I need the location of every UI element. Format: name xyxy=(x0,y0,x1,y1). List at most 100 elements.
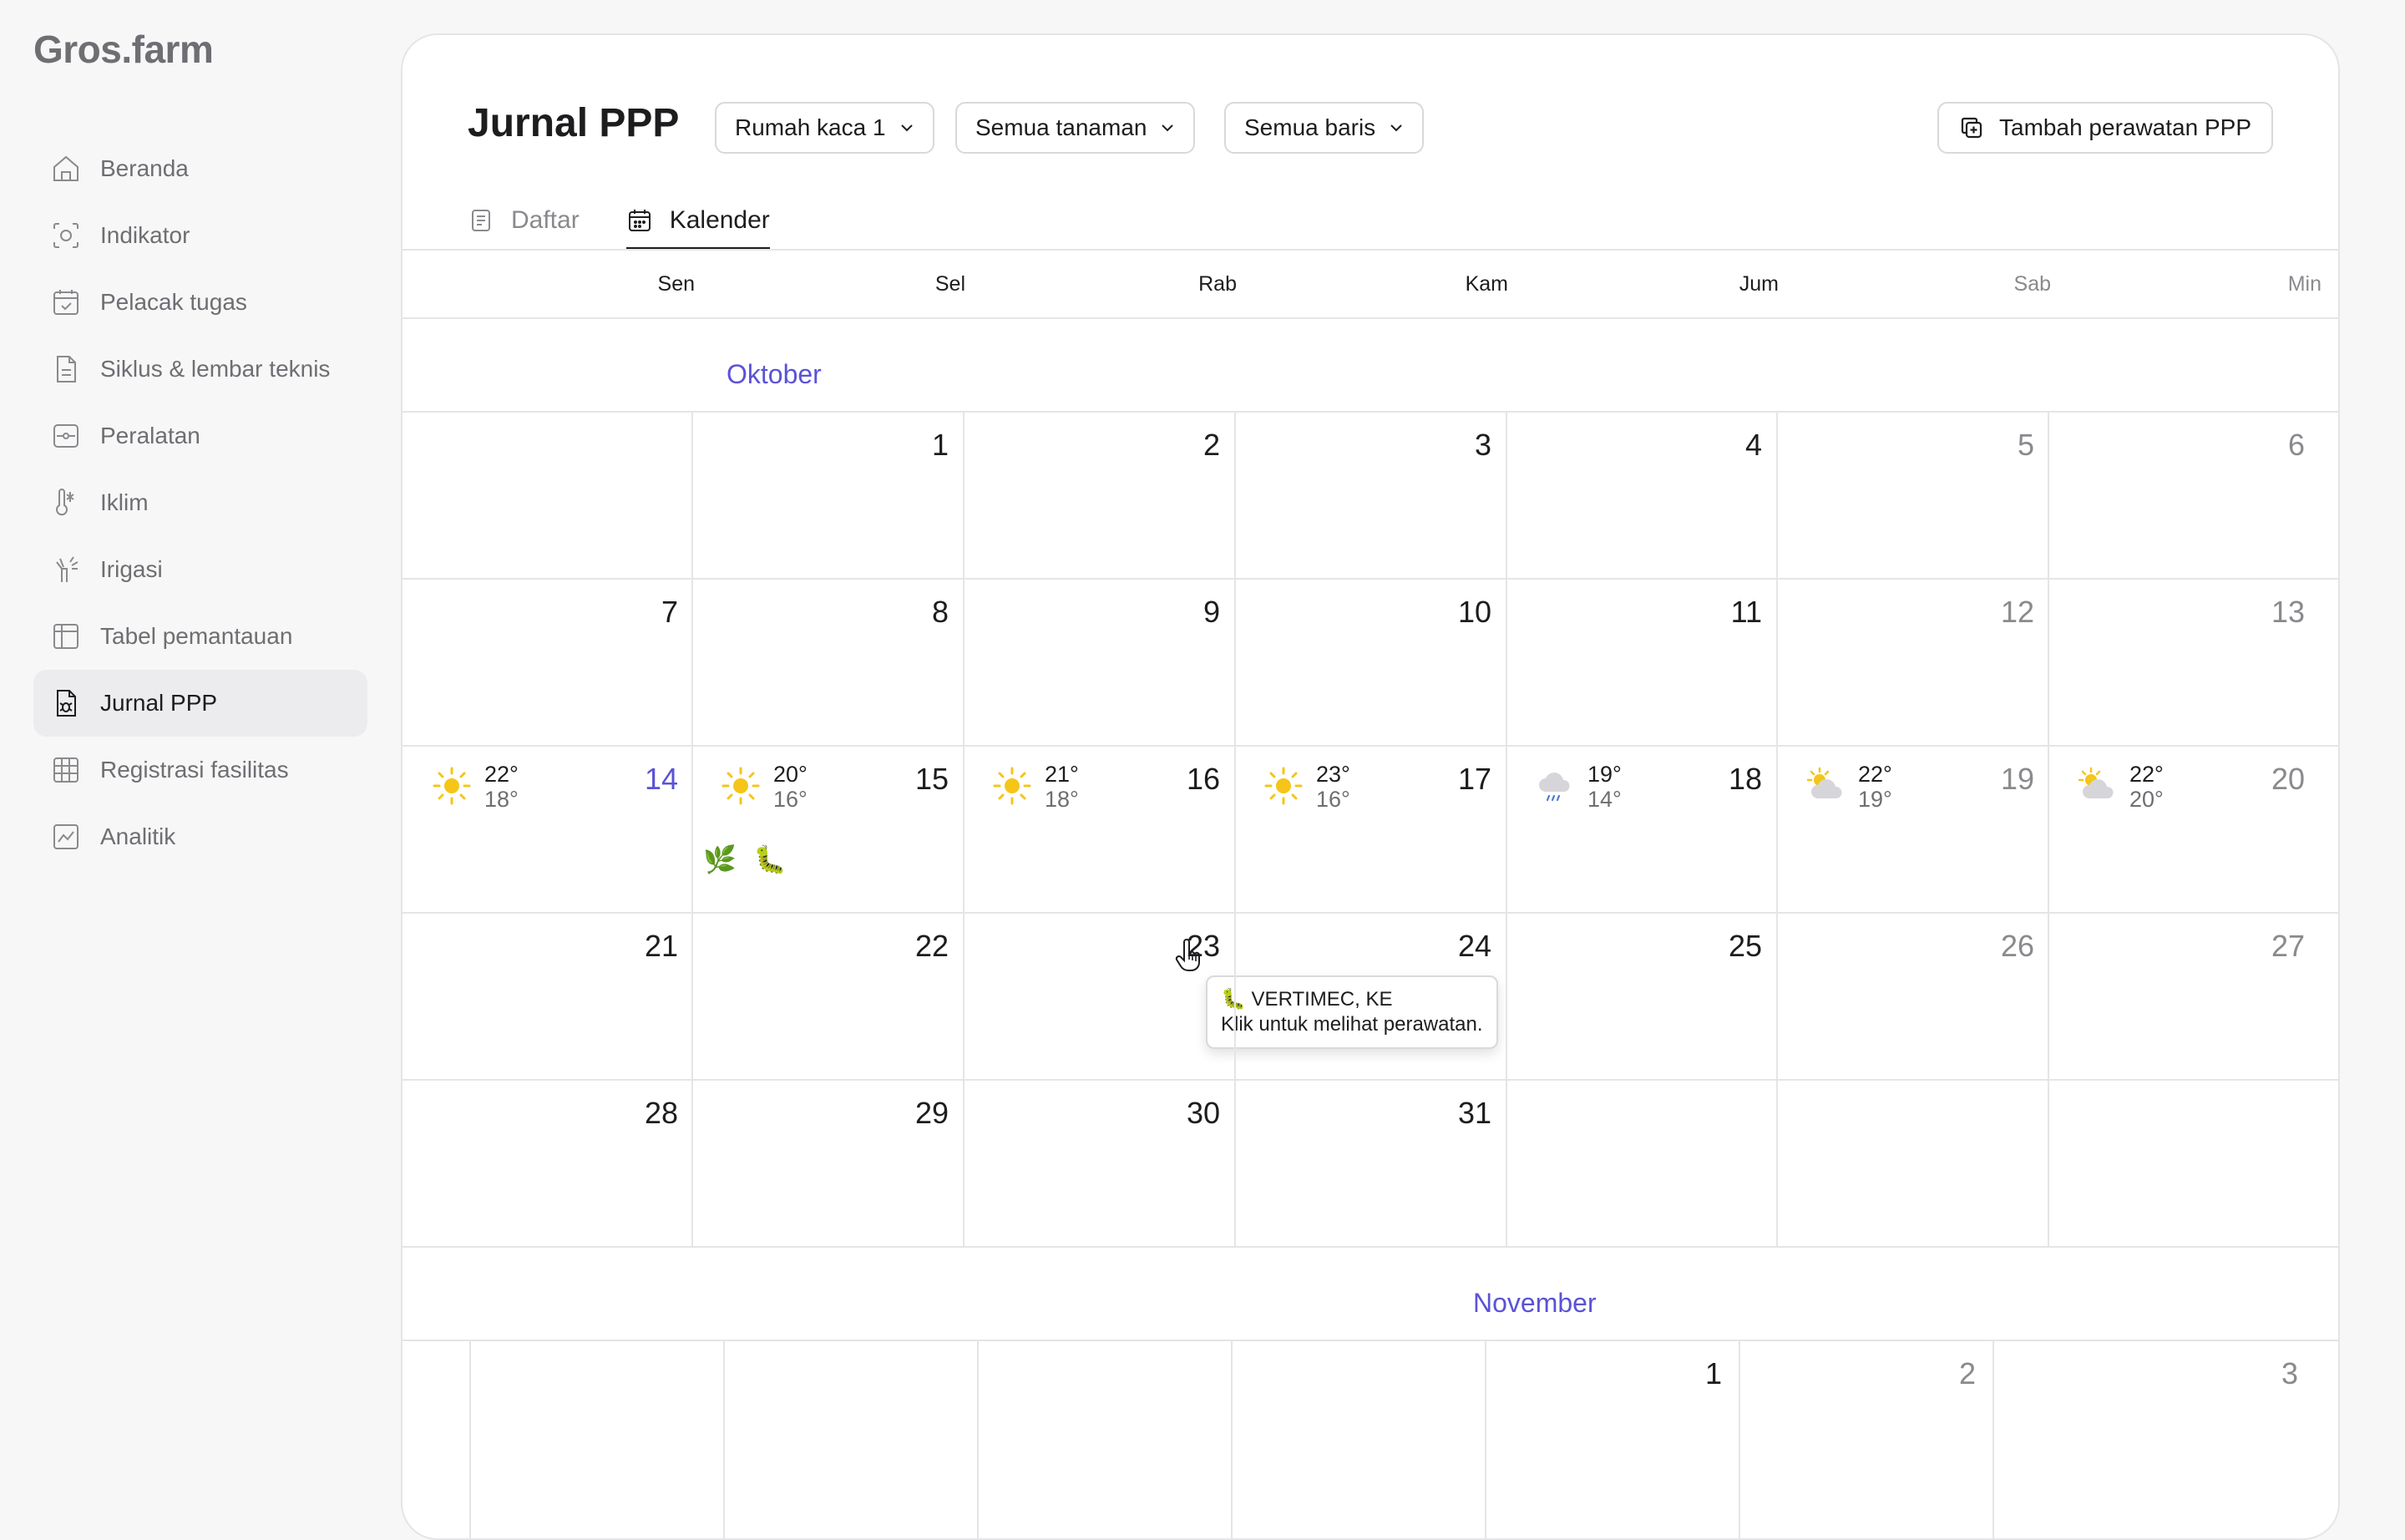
weather-forecast: 22° 19° xyxy=(1805,762,1892,812)
weekday-rab: Rab xyxy=(1198,272,1237,296)
temp-low: 18° xyxy=(484,787,519,812)
day-number-oct-31[interactable]: 31 xyxy=(1425,1096,1491,1131)
day-number-oct-2[interactable]: 2 xyxy=(1153,428,1220,463)
sun-icon xyxy=(1263,762,1304,811)
tooltip-subtitle: Klik untuk melihat perawatan. xyxy=(1221,1013,1483,1036)
temp-high: 21° xyxy=(1045,762,1079,787)
list-document-icon xyxy=(472,210,490,231)
crop-dropdown[interactable]: Semua tanaman xyxy=(955,102,1196,154)
sidebar-item-label: Iklim xyxy=(100,489,149,515)
day-number-oct-26[interactable]: 26 xyxy=(1967,929,2034,964)
weekday-jum: Jum xyxy=(1739,272,1779,296)
copy-add-icon xyxy=(1961,117,1982,139)
temp-high: 19° xyxy=(1587,762,1622,787)
sidebar-item-jurnal-ppp[interactable]: Jurnal PPP xyxy=(33,670,367,737)
day-number-oct-8[interactable]: 8 xyxy=(882,595,949,630)
thermometer-icon xyxy=(48,485,84,520)
day-number-oct-13[interactable]: 13 xyxy=(2238,595,2305,630)
sun-icon xyxy=(991,762,1033,811)
sidebar-item-beranda[interactable]: Beranda xyxy=(33,135,367,202)
tab-list[interactable]: Daftar xyxy=(468,194,580,247)
sidebar-item-iklim[interactable]: Iklim xyxy=(33,469,367,536)
day-number-nov-3[interactable]: 3 xyxy=(2231,1356,2298,1391)
day-number-oct-28[interactable]: 28 xyxy=(611,1096,678,1131)
day-number-oct-24[interactable]: 24 xyxy=(1425,929,1491,964)
day-number-oct-3[interactable]: 3 xyxy=(1425,428,1491,463)
sidebar-item-siklus-lembar-teknis[interactable]: Siklus & lembar teknis xyxy=(33,336,367,403)
sidebar-item-label: Jurnal PPP xyxy=(100,690,218,716)
sidebar-item-tabel-pemantauan[interactable]: Tabel pemantauan xyxy=(33,603,367,670)
sidebar-item-label: Peralatan xyxy=(100,423,200,448)
sidebar-item-label: Tabel pemantauan xyxy=(100,623,293,649)
grid-col-divider xyxy=(1506,411,1507,1246)
app-logo[interactable]: Gros.farm xyxy=(33,27,214,72)
treatment-tooltip: 🐛 VERTIMEC, KE Klik untuk melihat perawa… xyxy=(1206,975,1498,1049)
row-dropdown[interactable]: Semua baris xyxy=(1224,102,1425,154)
document-icon xyxy=(48,352,84,387)
sidebar-item-peralatan[interactable]: Peralatan xyxy=(33,403,367,469)
day-number-oct-7[interactable]: 7 xyxy=(611,595,678,630)
tab-calendar-label: Kalender xyxy=(669,206,770,234)
tab-calendar[interactable]: Kalender xyxy=(625,194,770,250)
add-ppp-treatment-button[interactable]: Tambah perawatan PPP xyxy=(1937,102,2273,154)
day-number-oct-15[interactable]: 15 xyxy=(882,762,949,797)
sidebar-item-label: Pelacak tugas xyxy=(100,289,247,315)
treatment-caterpillar-icon[interactable]: 🐛 xyxy=(753,843,787,875)
day-number-oct-1[interactable]: 1 xyxy=(882,428,949,463)
day-number-oct-4[interactable]: 4 xyxy=(1695,428,1762,463)
temp-high: 22° xyxy=(1858,762,1892,787)
temp-low: 20° xyxy=(2129,787,2164,812)
day-number-oct-19[interactable]: 19 xyxy=(1967,762,2034,797)
sidebar-item-irigasi[interactable]: Irigasi xyxy=(33,536,367,603)
sidebar-item-label: Irigasi xyxy=(100,556,163,582)
grid-row-divider xyxy=(403,1246,2338,1248)
day-number-oct-29[interactable]: 29 xyxy=(882,1096,949,1131)
day-number-oct-23[interactable]: 23 xyxy=(1153,929,1220,964)
day-number-oct-16[interactable]: 16 xyxy=(1153,762,1220,797)
sidebar-item-registrasi-fasilitas[interactable]: Registrasi fasilitas xyxy=(33,737,367,803)
day-number-oct-17[interactable]: 17 xyxy=(1425,762,1491,797)
page-title: Jurnal PPP xyxy=(468,101,680,145)
day-number-oct-25[interactable]: 25 xyxy=(1695,929,1762,964)
day-number-oct-22[interactable]: 22 xyxy=(882,929,949,964)
sidebar-item-indikator[interactable]: Indikator xyxy=(33,202,367,269)
grid-row-divider xyxy=(403,1340,2338,1341)
day-number-oct-6[interactable]: 6 xyxy=(2238,428,2305,463)
weekday-header: Sen Sel Rab Kam Jum Sab Min xyxy=(403,251,2338,319)
main-panel: Jurnal PPP Rumah kaca 1 Semua tanaman Se… xyxy=(401,33,2340,1540)
calendar-icon xyxy=(628,210,651,231)
temp-low: 19° xyxy=(1858,787,1892,812)
grid-col-divider xyxy=(1234,411,1236,1246)
greenhouse-dropdown[interactable]: Rumah kaca 1 xyxy=(715,102,934,154)
grid-icon xyxy=(48,752,84,788)
day-number-oct-11[interactable]: 11 xyxy=(1695,595,1762,630)
treatment-leaf-icon[interactable]: 🌿 xyxy=(703,843,737,875)
day-number-oct-20[interactable]: 20 xyxy=(2238,762,2305,797)
day-number-nov-2[interactable]: 2 xyxy=(1909,1356,1976,1391)
day-number-oct-10[interactable]: 10 xyxy=(1425,595,1491,630)
day-number-oct-21[interactable]: 21 xyxy=(611,929,678,964)
day-number-oct-14[interactable]: 14 xyxy=(611,762,678,797)
day-number-oct-12[interactable]: 12 xyxy=(1967,595,2034,630)
day-number-nov-1[interactable]: 1 xyxy=(1655,1356,1722,1391)
table-icon xyxy=(48,619,84,654)
weekday-sen: Sen xyxy=(657,272,695,296)
weekday-min: Min xyxy=(2287,272,2321,296)
tab-list-label: Daftar xyxy=(511,206,580,234)
day-number-oct-30[interactable]: 30 xyxy=(1153,1096,1220,1131)
chevron-down-icon xyxy=(900,124,913,132)
weather-forecast: 23° 16° xyxy=(1263,762,1350,812)
sun-icon xyxy=(431,762,473,811)
temp-low: 16° xyxy=(773,787,808,812)
sidebar-item-pelacak-tugas[interactable]: Pelacak tugas xyxy=(33,269,367,336)
day-number-oct-27[interactable]: 27 xyxy=(2238,929,2305,964)
month-label-october: Oktober xyxy=(727,359,822,389)
chevron-down-icon xyxy=(1162,124,1174,132)
day-number-oct-18[interactable]: 18 xyxy=(1695,762,1762,797)
sidebar-item-analitik[interactable]: Analitik xyxy=(33,803,367,870)
day-number-oct-9[interactable]: 9 xyxy=(1153,595,1220,630)
day-number-oct-5[interactable]: 5 xyxy=(1967,428,2034,463)
temp-high: 22° xyxy=(484,762,519,787)
weekday-sab: Sab xyxy=(2013,272,2051,296)
partly-cloudy-icon xyxy=(2076,762,2118,811)
